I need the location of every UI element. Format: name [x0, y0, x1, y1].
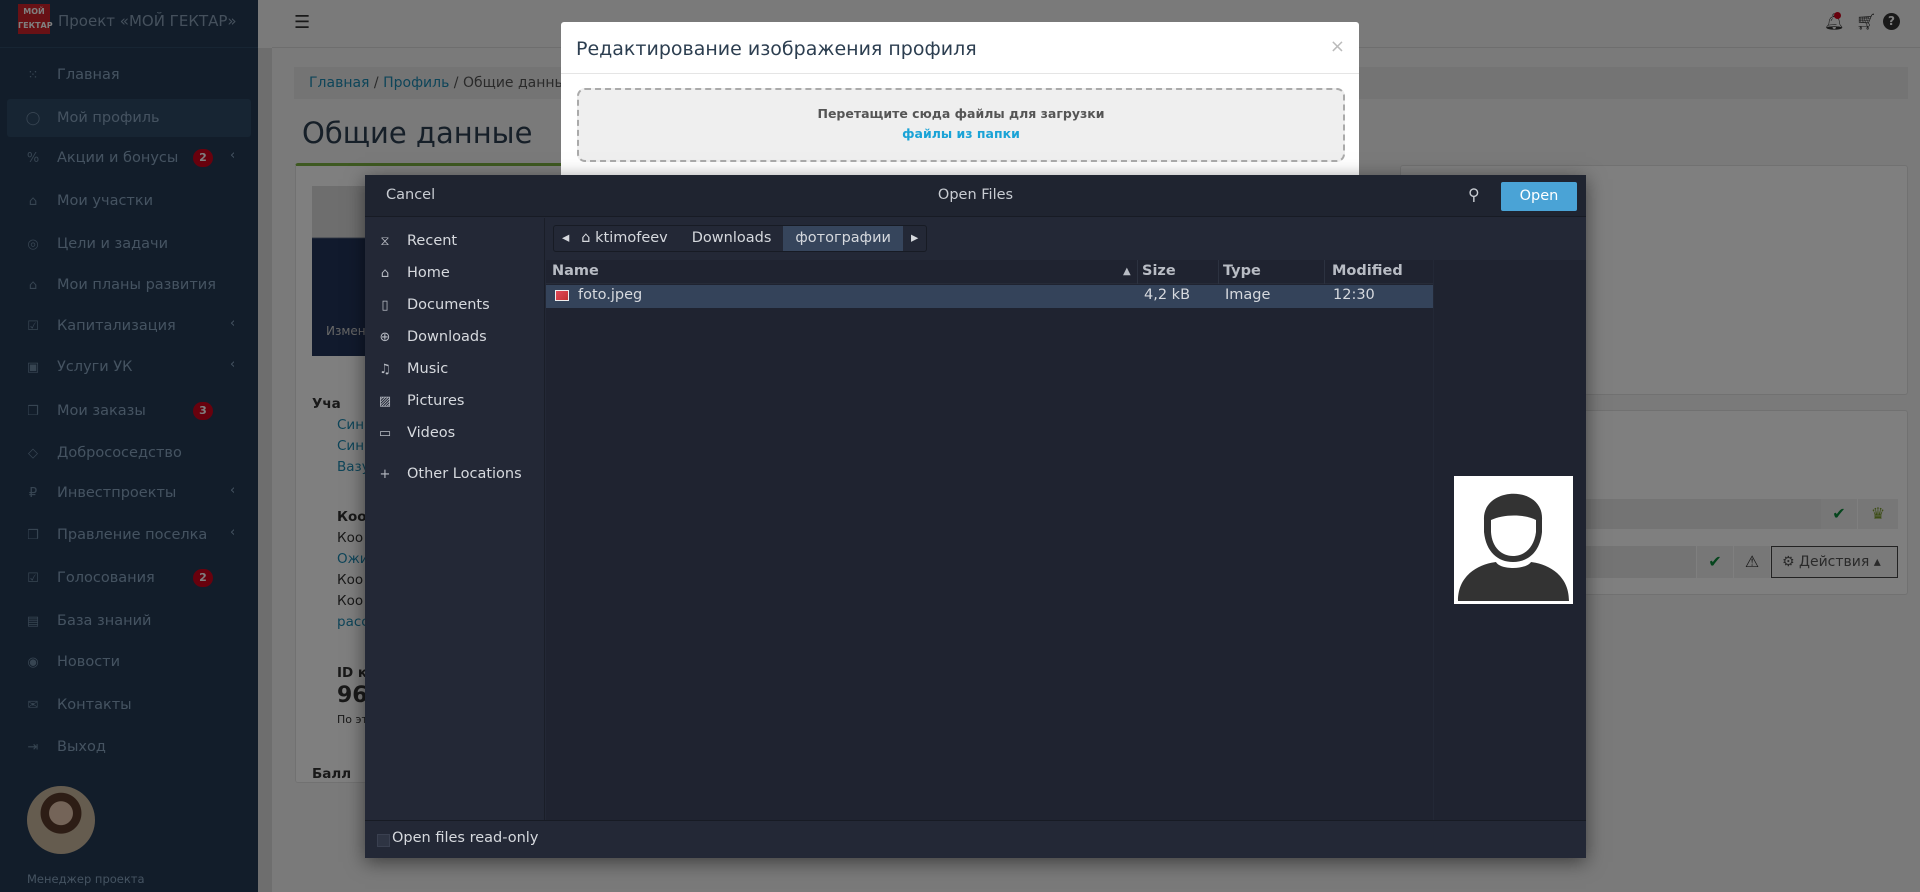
- pictures-icon: ▨: [378, 393, 392, 409]
- music-icon: ♫: [379, 361, 391, 377]
- open-button[interactable]: Open: [1501, 182, 1577, 211]
- file-dialog: Open Files Cancel ⚲ Open ⧖ Recent ⌂ Home ▯ Do…: [365, 175, 1586, 858]
- file-row[interactable]: foto.jpeg 4,2 kB Image 12:30: [546, 285, 1433, 308]
- read-only-label[interactable]: Open files read-only: [392, 830, 538, 846]
- path-label: ktimofeev: [595, 230, 668, 246]
- dialog-title: Open Files: [937, 187, 1014, 203]
- hourglass-icon: ⧖: [380, 233, 390, 249]
- place-item[interactable]: ⌂ Home: [375, 260, 450, 286]
- read-only-checkbox[interactable]: [377, 834, 390, 847]
- file-name: foto.jpeg: [578, 287, 643, 303]
- upload-modal: Редактирование изображения профиля × Пер…: [561, 22, 1359, 175]
- col-size[interactable]: Size: [1142, 263, 1176, 279]
- sort-asc-icon: ▲: [1123, 266, 1131, 277]
- place-item[interactable]: + Other Locations: [375, 461, 522, 487]
- place-item[interactable]: ⧖ Recent: [375, 228, 457, 254]
- place-item[interactable]: ♫ Music: [375, 356, 448, 382]
- place-label: Videos: [407, 425, 456, 441]
- divider: [561, 73, 1359, 74]
- places-sidebar: ⧖ Recent ⌂ Home ▯ Documents ⊕ Downloads ♫ Music ▨ P…: [365, 218, 545, 820]
- cancel-button[interactable]: Cancel: [386, 187, 435, 203]
- col-modified[interactable]: Modified: [1332, 263, 1403, 279]
- place-label: Music: [407, 361, 449, 377]
- place-label: Pictures: [407, 393, 465, 409]
- place-label: Downloads: [407, 329, 487, 345]
- file-type: Image: [1225, 287, 1271, 303]
- drop-text: Перетащите сюда файлы для загрузки: [817, 106, 1105, 121]
- path-back-icon[interactable]: ◂: [554, 226, 577, 251]
- file-list: Name ▲ Size Type Modified foto.jpeg 4,2 …: [546, 260, 1433, 820]
- place-item[interactable]: ▨ Pictures: [375, 388, 465, 414]
- dialog-footer: Open files read-only: [365, 820, 1586, 858]
- place-label: Documents: [407, 297, 490, 313]
- place-item[interactable]: ⊕ Downloads: [375, 324, 487, 350]
- home-icon: ⌂: [380, 265, 390, 281]
- path-bar: ◂ ⌂ ktimofeev Downloads фотографии ▸: [553, 225, 928, 252]
- file-modified: 12:30: [1333, 287, 1375, 303]
- place-label: Recent: [407, 233, 458, 249]
- place-label: Home: [407, 265, 450, 281]
- user-silhouette-icon: [1458, 493, 1569, 601]
- place-item[interactable]: ▭ Videos: [375, 420, 455, 446]
- dialog-header: Open Files Cancel ⚲ Open: [365, 175, 1586, 217]
- dropzone[interactable]: Перетащите сюда файлы для загрузки файлы…: [577, 88, 1345, 162]
- modal-title: Редактирование изображения профиля: [576, 38, 977, 60]
- preview-pane: [1434, 260, 1586, 820]
- column-headers: Name ▲ Size Type Modified: [546, 260, 1433, 284]
- close-icon[interactable]: ×: [1330, 36, 1345, 57]
- search-icon[interactable]: ⚲: [1468, 185, 1480, 204]
- col-name[interactable]: Name: [552, 263, 599, 279]
- file-size: 4,2 kB: [1144, 287, 1191, 303]
- place-label: Other Locations: [407, 466, 522, 482]
- document-icon: ▯: [381, 297, 389, 313]
- home-icon: ⌂: [581, 230, 591, 246]
- path-home[interactable]: ⌂ ktimofeev: [577, 226, 679, 251]
- col-type[interactable]: Type: [1223, 263, 1261, 279]
- download-icon: ⊕: [379, 329, 391, 345]
- folder-link[interactable]: файлы из папки: [579, 126, 1343, 141]
- path-downloads[interactable]: Downloads: [680, 226, 784, 251]
- path-current[interactable]: фотографии: [783, 226, 903, 251]
- path-forward-icon[interactable]: ▸: [903, 226, 926, 251]
- preview-image: [1454, 476, 1573, 604]
- plus-icon: +: [379, 466, 391, 482]
- image-file-icon: [555, 290, 569, 301]
- place-item[interactable]: ▯ Documents: [375, 292, 490, 318]
- video-icon: ▭: [378, 425, 392, 441]
